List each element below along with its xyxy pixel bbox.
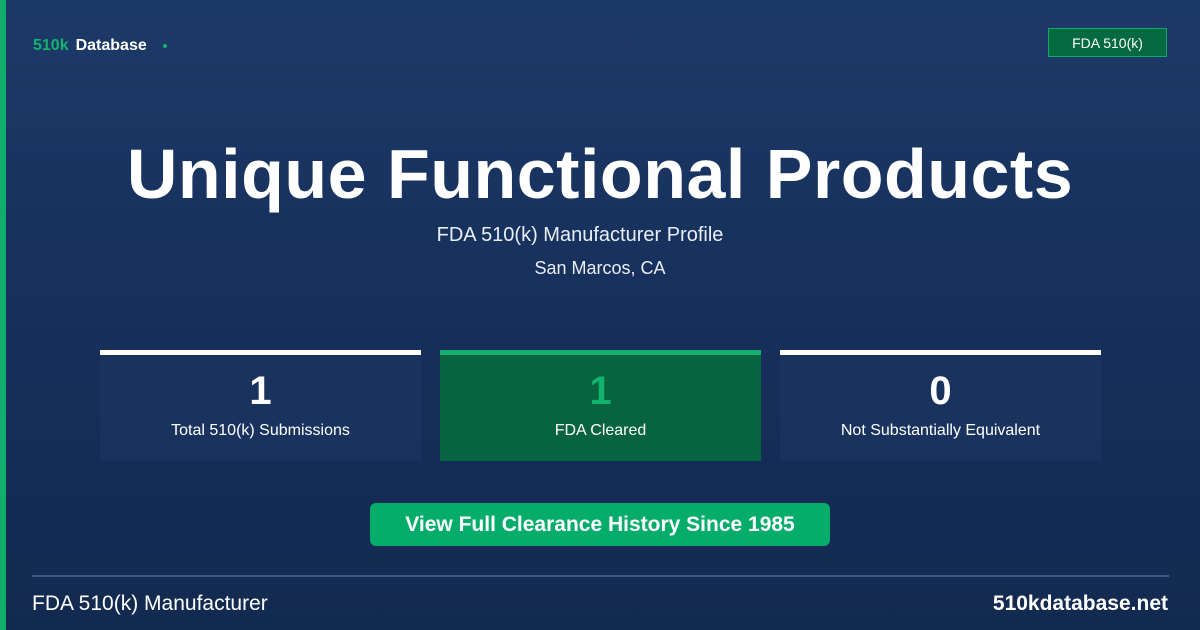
stat-value: 1 [589,369,612,413]
brand-logo[interactable]: 510k Database [33,36,167,56]
footer-divider [32,575,1169,577]
stat-card-not-substantially-equivalent: 0 Not Substantially Equivalent [780,350,1101,461]
stat-card-total-submissions: 1 Total 510(k) Submissions [100,350,421,461]
footer-caption: FDA 510(k) Manufacturer [32,592,268,615]
manufacturer-location: San Marcos, CA [534,258,666,278]
brand-accent-text: 510k [33,37,69,54]
site-domain-link[interactable]: 510kdatabase.net [993,592,1168,616]
page-subtitle: FDA 510(k) Manufacturer Profile [436,224,724,246]
stat-label: Not Substantially Equivalent [840,422,1041,439]
stat-value: 0 [929,369,952,413]
page-title: Unique Functional Products [126,135,1074,213]
brand-dot-icon [162,44,167,48]
stat-card-fda-cleared: 1 FDA Cleared [440,350,761,461]
brand-name-text: Database [75,37,147,54]
fda-510k-badge: FDA 510(k) [1048,28,1167,57]
view-clearance-history-button[interactable]: View Full Clearance History Since 1985 [370,503,830,546]
stat-label: Total 510(k) Submissions [171,422,350,439]
left-accent-bar [0,0,6,630]
stat-label: FDA Cleared [554,422,647,439]
stat-value: 1 [249,369,272,413]
